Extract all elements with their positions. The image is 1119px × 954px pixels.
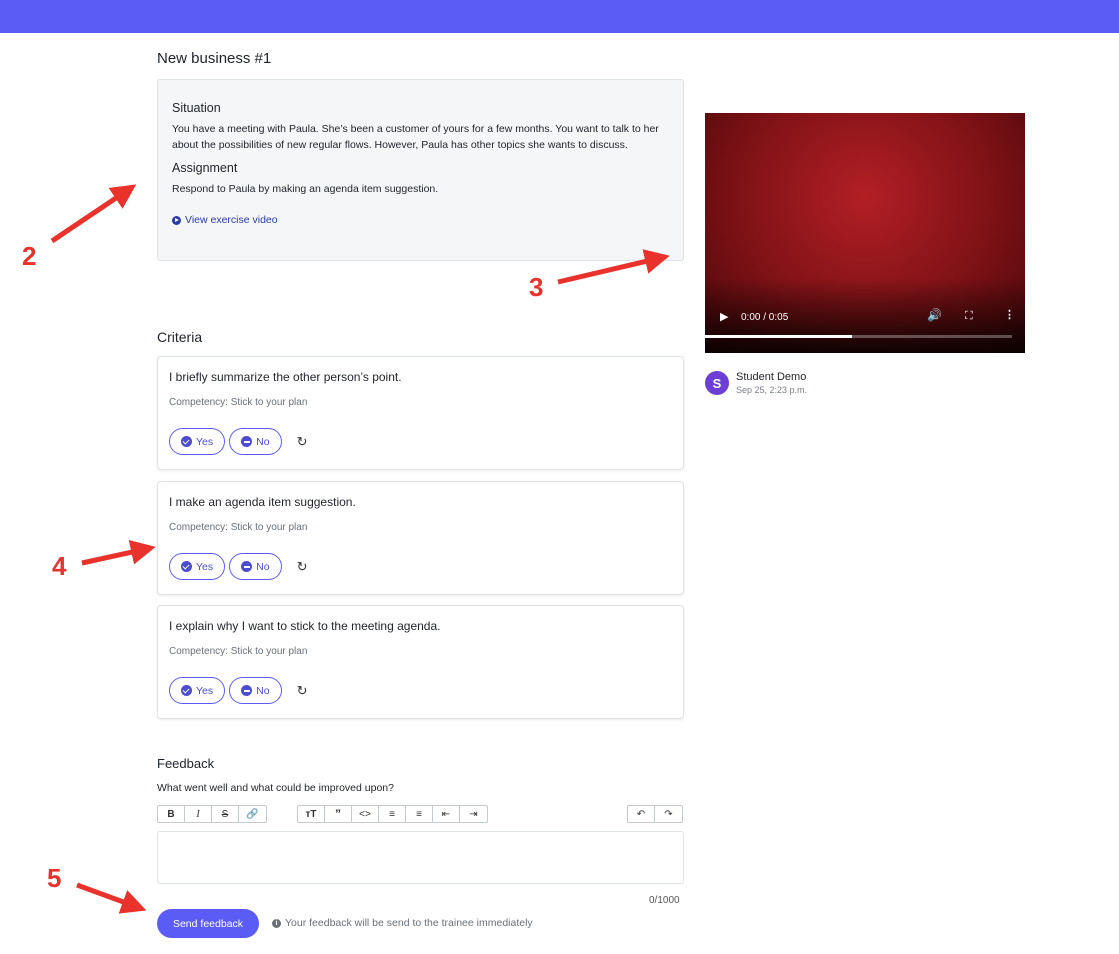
no-label: No [256, 684, 270, 697]
link-icon[interactable]: 🔗 [239, 806, 266, 822]
check-circle-icon [181, 436, 192, 447]
exercise-description-panel: Situation You have a meeting with Paula.… [157, 79, 684, 261]
no-label: No [256, 560, 270, 573]
send-feedback-button[interactable]: Send feedback [157, 909, 259, 938]
info-icon: i [272, 918, 281, 928]
yes-label: Yes [196, 684, 214, 697]
bold-icon[interactable]: B [158, 806, 185, 822]
feedback-heading: Feedback [157, 756, 215, 771]
author-name: Student Demo [736, 371, 807, 383]
video-player[interactable]: ▶ 0:00 / 0:05 🔊 ⛶ ⋮ [705, 113, 1025, 353]
play-circle-icon [172, 215, 181, 225]
annotation-number: 2 [22, 241, 37, 271]
yes-button[interactable]: Yes [169, 428, 226, 455]
annotation-arrow [81, 539, 156, 566]
top-navigation-bar [0, 0, 1119, 33]
video-progress-bar[interactable] [705, 335, 1012, 338]
annotation-number: 3 [529, 272, 544, 302]
minus-circle-icon [241, 561, 253, 572]
strikethrough-icon[interactable]: S [212, 806, 239, 822]
criterion-competency: Competency: Stick to your plan [169, 646, 308, 657]
code-icon[interactable]: <> [352, 806, 379, 822]
italic-icon[interactable]: I [185, 806, 212, 822]
minus-circle-icon [241, 685, 253, 696]
criterion-text: I explain why I want to stick to the mee… [169, 619, 441, 633]
video-time: 0:00 / 0:05 [741, 312, 789, 323]
yes-label: Yes [196, 560, 214, 573]
bullet-list-icon[interactable]: ≡ [379, 806, 406, 822]
feedback-notice: i Your feedback will be send to the trai… [272, 917, 533, 929]
reset-icon[interactable]: ↻ [297, 683, 308, 699]
block-toolbar: тT ” <> ≡ ≡ ⇤ ⇥ [297, 805, 488, 823]
undo-icon[interactable]: ↶ [628, 806, 655, 822]
reset-icon[interactable]: ↻ [297, 434, 308, 450]
heading-icon[interactable]: тT [298, 806, 325, 822]
submission-author: S Student Demo Sep 25, 2:23 p.m. [705, 371, 807, 395]
assignment-heading: Assignment [172, 161, 238, 175]
more-options-icon[interactable]: ⋮ [1004, 310, 1015, 321]
criterion-competency: Competency: Stick to your plan [169, 397, 308, 408]
situation-text: You have a meeting with Paula. She’s bee… [172, 123, 659, 151]
criterion-competency: Competency: Stick to your plan [169, 522, 308, 533]
annotation-number: 5 [47, 863, 62, 893]
situation-heading: Situation [172, 101, 221, 115]
redo-icon[interactable]: ↷ [655, 806, 682, 822]
annotation-number: 4 [52, 551, 67, 581]
page-title: New business #1 [157, 50, 272, 67]
criteria-heading: Criteria [157, 329, 203, 345]
yes-button[interactable]: Yes [169, 677, 226, 704]
view-exercise-video-link[interactable]: View exercise video [172, 214, 669, 226]
numbered-list-icon[interactable]: ≡ [406, 806, 433, 822]
history-toolbar: ↶ ↷ [627, 805, 683, 823]
criterion-card: I make an agenda item suggestion. Compet… [157, 481, 684, 595]
yes-label: Yes [196, 435, 214, 448]
quote-icon[interactable]: ” [325, 806, 352, 822]
feedback-prompt: What went well and what could be improve… [157, 782, 394, 794]
volume-icon[interactable]: 🔊 [927, 309, 942, 321]
assignment-text: Respond to Paula by making an agenda ite… [172, 183, 439, 195]
no-button[interactable]: No [229, 428, 282, 455]
criterion-text: I make an agenda item suggestion. [169, 495, 356, 509]
feedback-editor[interactable] [157, 831, 684, 884]
annotation-arrow [557, 249, 670, 285]
reset-icon[interactable]: ↻ [297, 559, 308, 575]
no-button[interactable]: No [229, 553, 282, 580]
minus-circle-icon [241, 436, 253, 447]
annotation-arrow [76, 882, 147, 914]
criterion-text: I briefly summarize the other person’s p… [169, 370, 402, 384]
outdent-icon[interactable]: ⇤ [433, 806, 460, 822]
formatting-toolbar: B I S 🔗 [157, 805, 267, 823]
no-button[interactable]: No [229, 677, 282, 704]
criterion-card: I explain why I want to stick to the mee… [157, 605, 684, 719]
character-counter: 0/1000 [649, 895, 680, 906]
criterion-card: I briefly summarize the other person’s p… [157, 356, 684, 470]
check-circle-icon [181, 685, 192, 696]
play-icon[interactable]: ▶ [720, 312, 728, 323]
annotation-arrow [50, 184, 137, 244]
check-circle-icon [181, 561, 192, 572]
feedback-notice-text: Your feedback will be send to the traine… [285, 917, 533, 929]
avatar: S [705, 371, 729, 395]
no-label: No [256, 435, 270, 448]
indent-icon[interactable]: ⇥ [460, 806, 487, 822]
fullscreen-icon[interactable]: ⛶ [965, 311, 973, 322]
yes-button[interactable]: Yes [169, 553, 226, 580]
video-progress-fill [705, 335, 853, 338]
submission-date: Sep 25, 2:23 p.m. [736, 385, 808, 395]
view-exercise-video-label: View exercise video [185, 214, 278, 226]
